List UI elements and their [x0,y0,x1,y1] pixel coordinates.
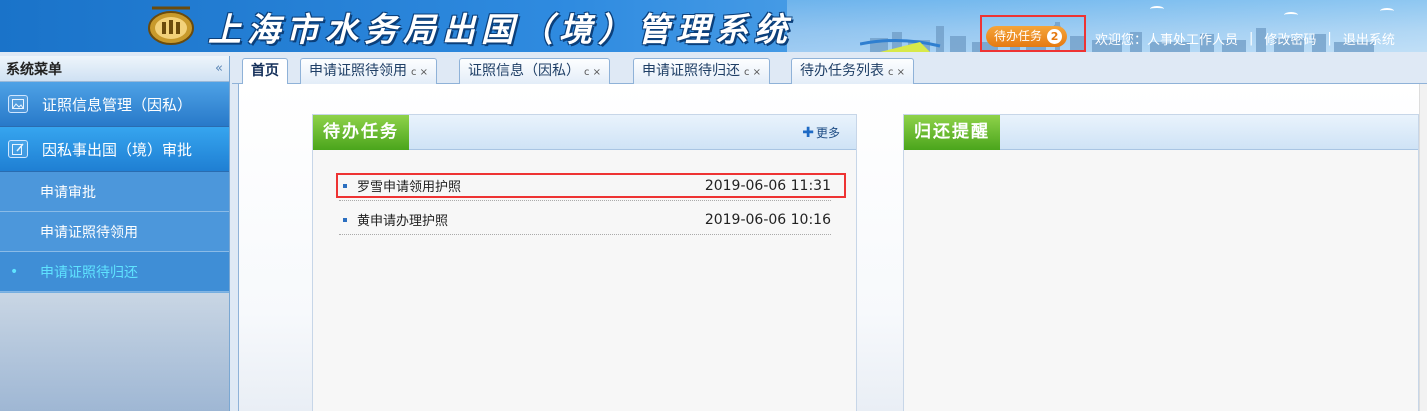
image-icon [8,95,28,113]
sidebar-item-pending-return[interactable]: 申请证照待归还 [0,252,229,292]
tab-license-info-private[interactable]: 证照信息（因私） ᴄ × [459,58,611,84]
tab-label: 首页 [251,63,279,79]
main-content: 待办任务 ✚ 更多 罗雪申请领用护照 2019-06-06 11:31 黄申请办理… [238,84,1427,411]
sidebar-item-label: 申请证照待归还 [40,264,138,281]
water-bureau-logo [148,6,194,45]
tab-label: 待办任务列表 [800,63,884,79]
task-list-item[interactable]: 黄申请办理护照 2019-06-06 10:16 [339,205,831,235]
return-reminder-panel: 归还提醒 [903,114,1419,411]
todo-panel: 待办任务 ✚ 更多 罗雪申请领用护照 2019-06-06 11:31 黄申请办理… [312,114,857,411]
todo-panel-title: 待办任务 [313,115,409,150]
sidebar-title: 系统菜单 [6,61,62,78]
todo-panel-header: 待办任务 ✚ 更多 [313,115,856,150]
menu-group-label: 因私事出国（境）审批 [42,140,193,159]
logout-link[interactable]: 退出系统 [1343,29,1395,48]
collapse-sidebar-icon[interactable]: « [215,61,223,76]
bird-decoration [1380,8,1394,14]
sidebar-item-pending-collection[interactable]: 申请证照待领用 [0,212,229,252]
tab-refresh-close-icons[interactable]: ᴄ × [411,67,428,78]
app-title: 上海市水务局出国（境）管理系统 [208,10,793,49]
todo-highlight-box [980,15,1086,52]
menu-group-private-travel-approval[interactable]: 因私事出国（境）审批 [0,127,229,172]
more-label: 更多 [815,126,840,140]
sidebar-background [0,293,229,411]
tab-refresh-close-icons[interactable]: ᴄ × [584,67,601,78]
welcome-text: 欢迎您：人事处工作人员 [1095,33,1239,48]
change-password-link[interactable]: 修改密码 [1264,29,1316,48]
vertical-scrollbar[interactable] [1419,84,1427,411]
plus-icon: ✚ [802,125,814,141]
sidebar-item-label: 申请证照待领用 [40,224,138,241]
tab-todo-list[interactable]: 待办任务列表 ᴄ × [791,58,915,84]
tab-label: 申请证照待领用 [309,63,407,79]
task-date: 2019-06-06 10:16 [704,211,831,228]
sidebar-item-application-approval[interactable]: 申请审批 [0,172,229,212]
bird-decoration [1150,6,1164,12]
sidebar-item-label: 申请审批 [40,184,96,201]
tab-refresh-close-icons[interactable]: ᴄ × [744,67,761,78]
edit-icon [8,140,28,158]
task-highlight-box [336,173,846,198]
tab-bar: 首页 申请证照待领用 ᴄ × 证照信息（因私） ᴄ × 申请证照待归还 ᴄ × 待办任… [232,56,1427,85]
return-reminder-header: 归还提醒 [904,115,1418,150]
menu-group-label: 证照信息管理（因私） [42,95,193,114]
tab-refresh-close-icons[interactable]: ᴄ × [888,67,905,78]
sidebar-header: 系统菜单 « [0,56,229,82]
task-text: 黄申请办理护照 [357,214,449,229]
return-reminder-title: 归还提醒 [904,115,1000,150]
header-links: 欢迎您：人事处工作人员 | 修改密码 | 退出系统 [1095,29,1395,48]
tab-home[interactable]: 首页 [242,58,288,85]
divider: | [1249,31,1254,46]
tab-label: 申请证照待归还 [642,63,740,79]
more-link[interactable]: ✚ 更多 [802,124,840,141]
divider: | [1327,31,1332,46]
sidebar: 系统菜单 « 证照信息管理（因私） 因私事出国（境）审批 申请审批 申请证照待领… [0,56,230,411]
bird-decoration [1284,12,1298,18]
menu-group-license-info[interactable]: 证照信息管理（因私） [0,82,229,127]
tab-label: 证照信息（因私） [468,63,580,79]
app-header: 上海市水务局出国（境）管理系统 待办任务 2 欢迎您：人事处工作人员 | 修改密… [0,0,1427,52]
bullet-icon [343,217,347,222]
tab-pending-collection[interactable]: 申请证照待领用 ᴄ × [300,58,438,84]
tab-pending-return[interactable]: 申请证照待归还 ᴄ × [633,58,771,84]
